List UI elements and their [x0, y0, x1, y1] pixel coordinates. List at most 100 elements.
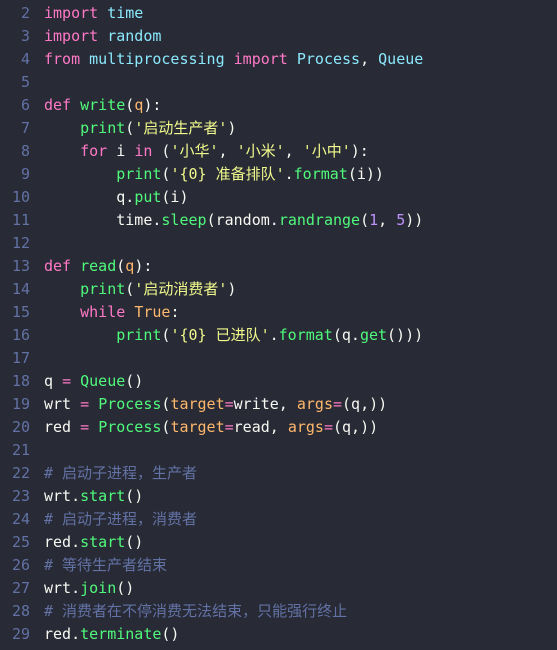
token-id — [80, 50, 89, 68]
code-line[interactable]: print('{0} 已进队'.format(q.get())) — [44, 324, 557, 347]
token-call: format — [279, 326, 333, 344]
code-line[interactable]: import time — [44, 2, 557, 25]
line-number: 9 — [0, 163, 30, 186]
line-number: 14 — [0, 278, 30, 301]
token-str: '启动消费者' — [134, 280, 227, 298]
code-line[interactable] — [44, 71, 557, 94]
token-kw: import — [44, 4, 98, 22]
code-line[interactable] — [44, 232, 557, 255]
token-num: 5 — [396, 211, 405, 229]
token-arg: args — [297, 395, 333, 413]
token-kw: import — [44, 27, 98, 45]
token-pun: , — [378, 211, 396, 229]
token-arg: True — [134, 303, 170, 321]
line-number: 18 — [0, 370, 30, 393]
code-line[interactable]: print('启动消费者') — [44, 278, 557, 301]
line-number: 4 — [0, 48, 30, 71]
token-id — [125, 303, 134, 321]
code-line[interactable] — [44, 347, 557, 370]
code-line[interactable]: while True: — [44, 301, 557, 324]
token-id — [44, 119, 80, 137]
token-op: = — [324, 418, 333, 436]
token-id — [71, 257, 80, 275]
code-line[interactable]: # 启动子进程，生产者 — [44, 462, 557, 485]
token-pun: ): — [143, 96, 161, 114]
line-number: 11 — [0, 209, 30, 232]
line-number-gutter: 2345678910111213141516171819202122232425… — [0, 0, 44, 650]
code-line[interactable]: q = Queue() — [44, 370, 557, 393]
token-call: put — [134, 188, 161, 206]
token-kw: while — [80, 303, 125, 321]
token-cmt: # 等待生产者结束 — [44, 556, 167, 574]
code-editor[interactable]: 2345678910111213141516171819202122232425… — [0, 0, 557, 650]
token-pun: ( — [125, 119, 134, 137]
token-pun: (q,)) — [333, 418, 378, 436]
code-line[interactable]: print('{0} 准备排队'.format(i)) — [44, 163, 557, 186]
code-line[interactable]: # 等待生产者结束 — [44, 554, 557, 577]
token-id: wrt. — [44, 579, 80, 597]
code-line[interactable]: from multiprocessing import Process, Que… — [44, 48, 557, 71]
code-line[interactable]: import random — [44, 25, 557, 48]
token-id: q — [44, 372, 62, 390]
code-line[interactable]: wrt.join() — [44, 577, 557, 600]
token-call: print — [80, 280, 125, 298]
token-str: '启动生产者' — [134, 119, 227, 137]
token-fn: write — [80, 96, 125, 114]
code-line[interactable]: # 启动子进程，消费者 — [44, 508, 557, 531]
code-line[interactable] — [44, 439, 557, 462]
code-line[interactable]: wrt.start() — [44, 485, 557, 508]
token-fn: read — [80, 257, 116, 275]
token-id: wrt. — [44, 487, 80, 505]
token-call: get — [360, 326, 387, 344]
token-call: format — [294, 165, 348, 183]
code-line[interactable]: # 消费者在不停消费无法结束，只能强行终止 — [44, 600, 557, 623]
token-str: '小中' — [303, 142, 351, 160]
token-mod: Queue — [378, 50, 423, 68]
line-number: 7 — [0, 117, 30, 140]
code-line[interactable]: def write(q): — [44, 94, 557, 117]
token-id — [225, 50, 234, 68]
token-arg: target — [170, 418, 224, 436]
token-op: = — [80, 395, 89, 413]
token-id — [44, 280, 80, 298]
token-pun: (q. — [333, 326, 360, 344]
code-line[interactable]: time.sleep(random.randrange(1, 5)) — [44, 209, 557, 232]
token-call: terminate — [80, 625, 161, 643]
token-cmt: # 启动子进程，消费者 — [44, 510, 197, 528]
line-number: 20 — [0, 416, 30, 439]
code-area[interactable]: import timeimport randomfrom multiproces… — [44, 0, 557, 650]
line-number: 3 — [0, 25, 30, 48]
token-pun: ): — [351, 142, 369, 160]
code-line[interactable]: def read(q): — [44, 255, 557, 278]
token-pun: )) — [405, 211, 423, 229]
line-number: 6 — [0, 94, 30, 117]
code-line[interactable]: print('启动生产者') — [44, 117, 557, 140]
token-id: time. — [44, 211, 161, 229]
token-kw: from — [44, 50, 80, 68]
line-number: 26 — [0, 554, 30, 577]
token-id: i — [107, 142, 134, 160]
token-op: = — [62, 372, 71, 390]
token-str: '{0} 准备排队' — [170, 165, 284, 183]
code-line[interactable]: red.terminate() — [44, 623, 557, 646]
token-call: Process — [98, 418, 161, 436]
code-line[interactable]: wrt = Process(target=write, args=(q,)) — [44, 393, 557, 416]
line-number: 27 — [0, 577, 30, 600]
token-call: print — [116, 165, 161, 183]
line-number: 28 — [0, 600, 30, 623]
token-op: = — [225, 418, 234, 436]
code-line[interactable]: red = Process(target=read, args=(q,)) — [44, 416, 557, 439]
token-id: red — [44, 418, 80, 436]
line-number: 15 — [0, 301, 30, 324]
token-id — [44, 165, 116, 183]
code-line[interactable]: red.start() — [44, 531, 557, 554]
line-number: 17 — [0, 347, 30, 370]
token-kw: def — [44, 257, 71, 275]
token-id — [71, 96, 80, 114]
token-str: '小华' — [170, 142, 218, 160]
token-pun: ): — [134, 257, 152, 275]
token-pun: ( — [125, 280, 134, 298]
code-line[interactable]: q.put(i) — [44, 186, 557, 209]
code-line[interactable]: for i in ('小华', '小米', '小中'): — [44, 140, 557, 163]
line-number: 25 — [0, 531, 30, 554]
